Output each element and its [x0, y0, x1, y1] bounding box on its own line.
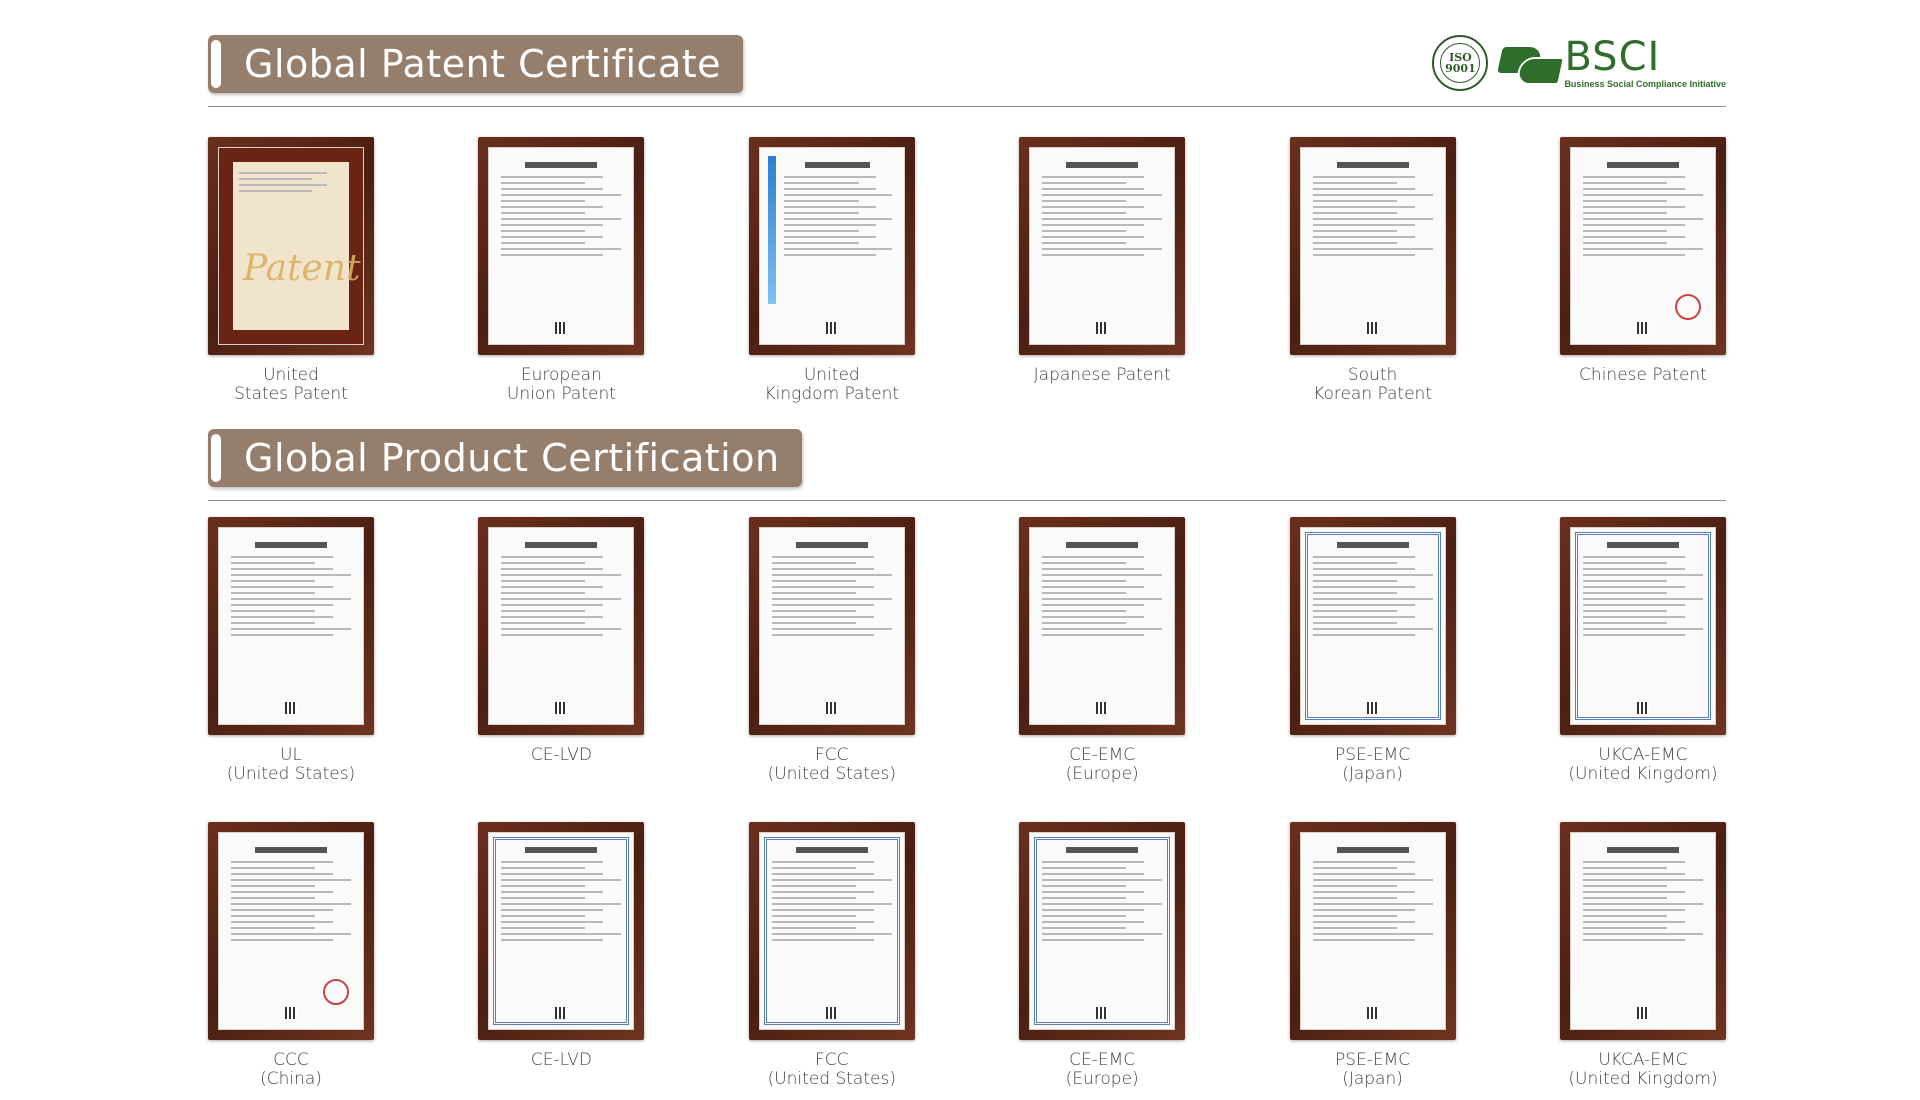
certificate-frame-image [748, 137, 915, 355]
patent-card: United Kingdom Patent [748, 137, 915, 404]
certification-card: FCC (United States) [748, 822, 915, 1089]
certificate-frame-image [1559, 137, 1726, 355]
certificate-frame-image [208, 822, 374, 1040]
certification-logos: ISO 9001 BSCI Business Social Compliance… [1432, 35, 1726, 91]
certificate-frame-image [1559, 517, 1726, 735]
patent-divider [208, 106, 1726, 107]
patent-section-header: Global Patent Certificate [208, 35, 744, 93]
certification-card: CCC (China) [208, 822, 374, 1089]
certification-card: UL (United States) [208, 517, 374, 784]
certificate-frame-image [748, 517, 915, 735]
certification-label: CE-EMC (Europe) [1065, 1050, 1139, 1089]
certification-label: CE-EMC (Europe) [1065, 745, 1139, 784]
certification-card: PSE-EMC (Japan) [1289, 517, 1456, 784]
certificate-frame-image [1289, 517, 1456, 735]
iso-9001-seal-icon: ISO 9001 [1432, 35, 1489, 91]
certification-card: CE-LVD [478, 517, 645, 784]
patent-label: Japanese Patent [1033, 365, 1171, 385]
bsci-name: BSCI [1564, 34, 1661, 80]
certificate-frame-image: Patent [208, 137, 374, 355]
certification-label: FCC (United States) [767, 745, 896, 784]
patent-grid: Patent United States Patent European Union… [208, 137, 1726, 404]
patent-card: South Korean Patent [1289, 137, 1456, 404]
certificate-frame-image [1289, 137, 1456, 355]
certification-card: CE-EMC (Europe) [1019, 822, 1186, 1089]
certificate-frame-image [208, 517, 374, 735]
certificate-frame-image [478, 137, 645, 355]
certificate-frame-image [478, 822, 645, 1040]
certification-section-title: Global Product Certification [244, 436, 780, 480]
bsci-logo: BSCI Business Social Compliance Initiati… [1497, 34, 1726, 89]
certification-card: UKCA-EMC (United Kingdom) [1559, 517, 1726, 784]
certification-card: CE-LVD [478, 822, 645, 1089]
certification-label: UL (United States) [226, 745, 356, 784]
certificate-frame-image [478, 517, 645, 735]
certificate-frame-image [1019, 822, 1186, 1040]
certification-label: CE-LVD [530, 1050, 592, 1070]
certification-section-header: Global Product Certification [208, 429, 802, 487]
certification-card: UKCA-EMC (United Kingdom) [1559, 822, 1726, 1089]
certification-label: PSE-EMC (Japan) [1334, 745, 1411, 784]
certificate-frame-image [1559, 822, 1726, 1040]
certification-label: CE-LVD [530, 745, 592, 765]
patent-label: United Kingdom Patent [764, 365, 900, 404]
certification-label: FCC (United States) [767, 1050, 896, 1089]
certification-label: CCC (China) [260, 1050, 322, 1089]
patent-card: Patent United States Patent [208, 137, 374, 404]
certification-grid: UL (United States) CE-LVD FCC (United Stat… [208, 517, 1726, 1089]
patent-label: South Korean Patent [1313, 365, 1432, 404]
certification-card: FCC (United States) [748, 517, 915, 784]
certification-divider [208, 500, 1726, 501]
bsci-tagline: Business Social Compliance Initiative [1564, 79, 1726, 89]
certificate-frame-image [1019, 517, 1186, 735]
certificate-frame-image [748, 822, 915, 1040]
certificate-frame-image [1019, 137, 1186, 355]
patent-card: Chinese Patent [1559, 137, 1726, 404]
patent-card: European Union Patent [478, 137, 645, 404]
patent-label: United States Patent [234, 365, 348, 404]
patent-label: European Union Patent [506, 365, 616, 404]
certification-label: UKCA-EMC (United Kingdom) [1568, 1050, 1718, 1089]
certification-label: UKCA-EMC (United Kingdom) [1568, 745, 1718, 784]
certificate-frame-image [1289, 822, 1456, 1040]
header-tab-decoration [211, 434, 221, 482]
bsci-handshake-icon [1497, 41, 1566, 85]
iso-seal-text-line2: 9001 [1445, 62, 1476, 75]
header-tab-decoration [211, 40, 221, 88]
certification-card: PSE-EMC (Japan) [1289, 822, 1456, 1089]
certification-card: CE-EMC (Europe) [1019, 517, 1186, 784]
patent-card: Japanese Patent [1019, 137, 1186, 404]
patent-label: Chinese Patent [1579, 365, 1707, 385]
patent-section-title: Global Patent Certificate [244, 42, 722, 86]
certification-label: PSE-EMC (Japan) [1334, 1050, 1411, 1089]
